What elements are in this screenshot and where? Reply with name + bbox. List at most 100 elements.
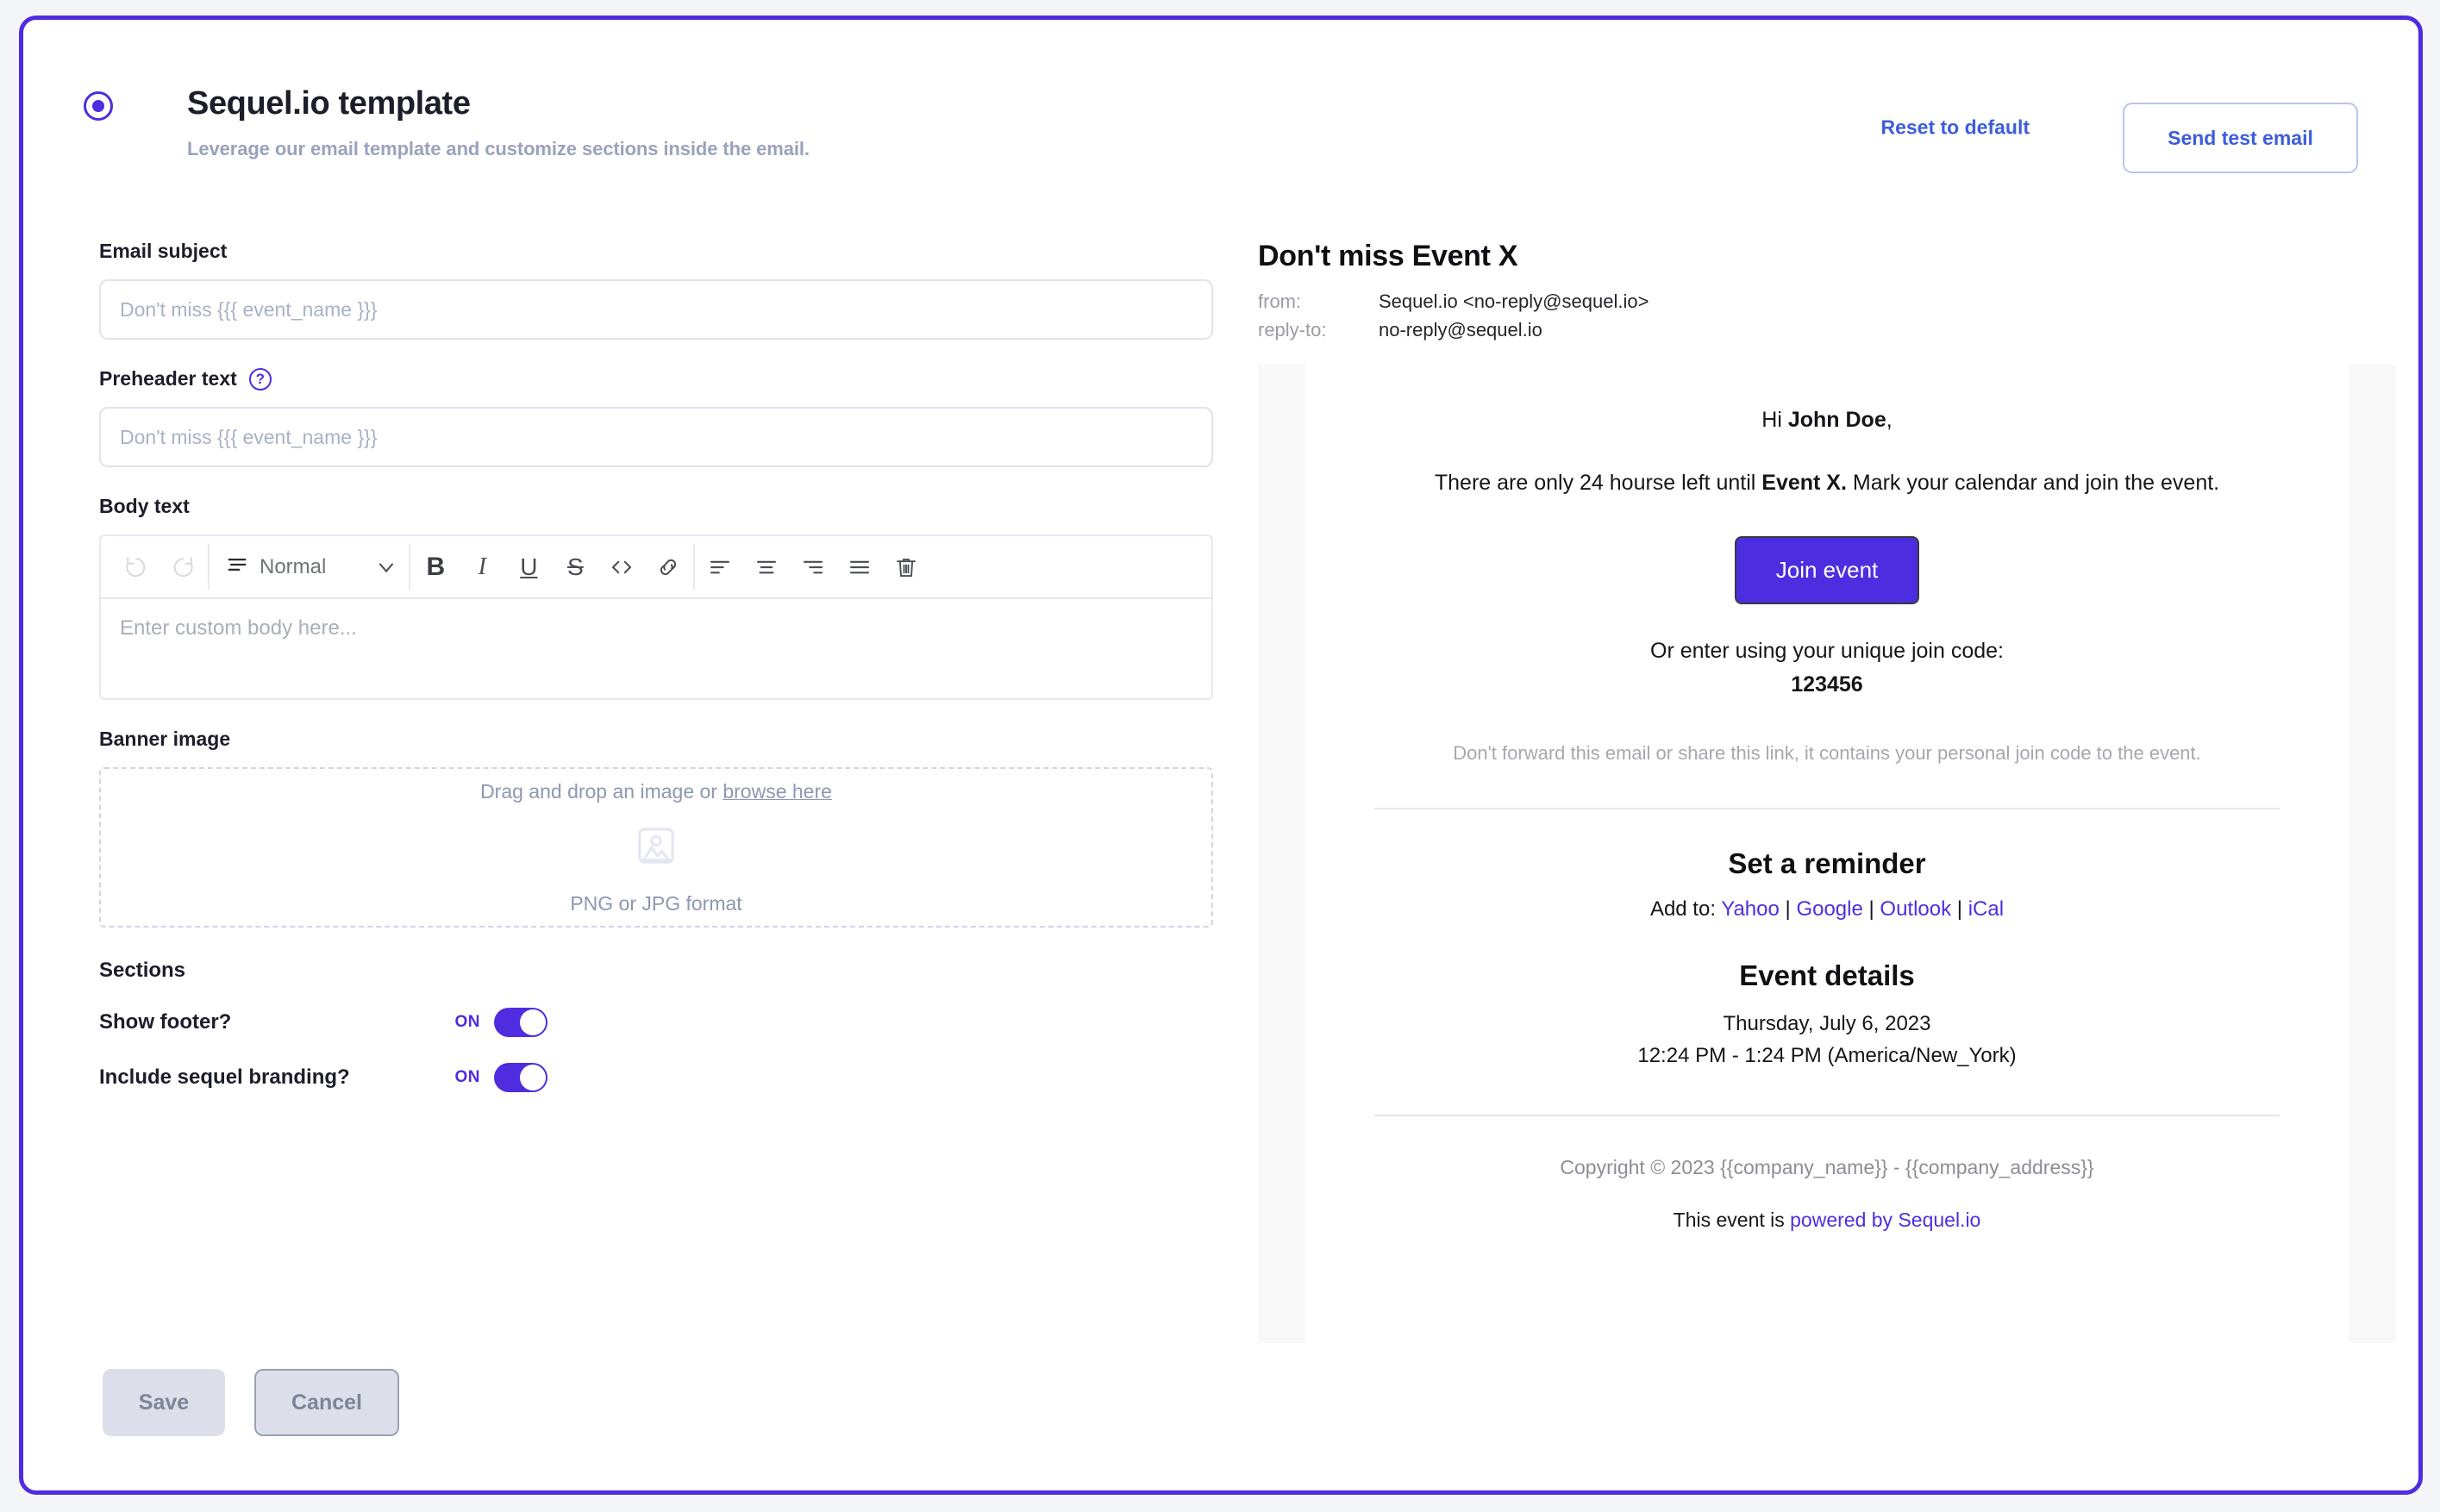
code-icon[interactable] <box>598 544 645 590</box>
toolbar-divider <box>693 544 696 590</box>
format-dropdown[interactable]: Normal <box>211 553 407 581</box>
body-text-editor: Normal B I U S Enter custom body here... <box>99 534 1213 700</box>
align-right-icon[interactable] <box>790 544 836 590</box>
show-footer-state: ON <box>454 1013 480 1031</box>
toggle-knob <box>520 1009 546 1035</box>
bold-icon[interactable]: B <box>412 544 459 590</box>
greeting-name: John Doe <box>1787 408 1886 432</box>
sections-heading: Sections <box>99 959 186 982</box>
link-icon[interactable] <box>645 544 691 590</box>
replyto-label: reply-to: <box>1258 319 1327 341</box>
editor-toolbar: Normal B I U S <box>101 536 1211 599</box>
align-center-icon[interactable] <box>743 544 790 590</box>
from-label: from: <box>1258 291 1302 312</box>
calendar-link-yahoo[interactable]: Yahoo <box>1721 897 1780 921</box>
email-body-paragraph: There are only 24 hourse left until Even… <box>1374 467 2280 498</box>
redo-icon[interactable] <box>160 544 206 590</box>
page-title: Sequel.io template <box>187 85 471 122</box>
card-header: Sequel.io template Leverage our email te… <box>23 20 2418 201</box>
template-radio-button[interactable] <box>84 91 113 121</box>
calendar-link-google[interactable]: Google <box>1796 897 1862 921</box>
include-branding-toggle[interactable] <box>494 1063 547 1092</box>
email-body-sheet: Hi John Doe, There are only 24 hourse le… <box>1305 365 2349 1343</box>
banner-image-label: Banner image <box>99 728 231 750</box>
format-value: Normal <box>260 554 327 578</box>
show-footer-label: Show footer? <box>99 1010 232 1034</box>
body-part2: Mark your calendar and join the event. <box>1846 471 2220 495</box>
greeting-suffix: , <box>1886 408 1893 432</box>
help-icon[interactable]: ? <box>248 367 272 390</box>
dropzone-instruction: Drag and drop an image or browse here <box>480 780 832 803</box>
separator: | <box>1956 897 1963 922</box>
email-powered-by: This event is powered by Sequel.io <box>1374 1209 2280 1232</box>
save-button[interactable]: Save <box>103 1369 225 1436</box>
image-placeholder-icon <box>633 822 679 873</box>
email-subject-input[interactable] <box>99 279 1213 340</box>
title-block: Sequel.io template Leverage our email te… <box>187 85 810 160</box>
join-code-value: 123456 <box>1791 672 1863 697</box>
page-subtitle: Leverage our email template and customiz… <box>187 138 810 159</box>
set-a-reminder-heading: Set a reminder <box>1728 847 1926 880</box>
trash-icon[interactable] <box>883 544 929 590</box>
strikethrough-icon[interactable]: S <box>552 544 598 590</box>
undo-icon[interactable] <box>113 544 160 590</box>
preview-replyto-row: reply-to: no-reply@sequel.io <box>1258 316 2396 344</box>
chevron-down-icon[interactable] <box>374 555 398 579</box>
settings-form: Email subject Preheader text ? Body text <box>99 240 1220 1105</box>
underline-icon[interactable]: U <box>505 544 552 590</box>
show-footer-toggle[interactable] <box>494 1008 547 1037</box>
toggle-row-show-footer: Show footer? ON <box>99 995 547 1050</box>
toolbar-divider <box>208 544 210 590</box>
divider <box>1374 1114 2280 1116</box>
page-root: Sequel.io template Leverage our email te… <box>0 0 2440 1512</box>
send-test-email-button[interactable]: Send test email <box>2123 103 2358 173</box>
calendar-link-ical[interactable]: iCal <box>1968 897 2004 921</box>
italic-icon[interactable]: I <box>459 544 505 590</box>
email-greeting: Hi John Doe, <box>1374 408 2280 433</box>
email-disclaimer: Don't forward this email or share this l… <box>1453 742 2201 765</box>
preview-from-row: from: Sequel.io <no-reply@sequel.io> <box>1258 287 2396 316</box>
event-time: 12:24 PM - 1:24 PM (America/New_York) <box>1637 1044 2017 1068</box>
body-text-area[interactable]: Enter custom body here... <box>101 599 1211 698</box>
event-date: Thursday, July 6, 2023 <box>1723 1012 1931 1036</box>
preheader-label-row: Preheader text ? <box>99 367 1220 390</box>
form-actions: Save Cancel <box>103 1369 399 1436</box>
email-preview: Don't miss Event X from: Sequel.io <no-r… <box>1258 240 2396 1343</box>
greeting-prefix: Hi <box>1761 408 1788 432</box>
align-left-icon[interactable] <box>697 544 743 590</box>
calendar-link-outlook[interactable]: Outlook <box>1880 897 1951 921</box>
dropzone-text: Drag and drop an image or <box>480 779 723 803</box>
separator: | <box>1868 897 1874 922</box>
template-card: Sequel.io template Leverage our email te… <box>19 16 2423 1495</box>
add-to-label: Add to: <box>1649 897 1716 922</box>
email-copyright: Copyright © 2023 {{company_name}} - {{co… <box>1560 1155 2094 1178</box>
from-value: Sequel.io <no-reply@sequel.io> <box>1379 291 1649 312</box>
body-event-name: Event X. <box>1761 471 1847 495</box>
replyto-value: no-reply@sequel.io <box>1379 319 1542 341</box>
toggle-knob <box>520 1065 546 1090</box>
preheader-label: Preheader text <box>99 367 237 390</box>
add-to-calendar-row: Add to: Yahoo | Google | Outlook | iCal <box>1374 897 2280 922</box>
paragraph-format-icon <box>225 553 249 581</box>
body-text-label: Body text <box>99 495 190 517</box>
email-preview-frame: Hi John Doe, There are only 24 hourse le… <box>1258 365 2396 1343</box>
include-branding-label: Include sequel branding? <box>99 1065 350 1089</box>
preheader-input[interactable] <box>99 407 1213 467</box>
event-details-heading: Event details <box>1739 959 1915 992</box>
sequel-io-link[interactable]: powered by Sequel.io <box>1790 1209 1980 1231</box>
align-justify-icon[interactable] <box>836 544 883 590</box>
toggle-row-sequel-branding: Include sequel branding? ON <box>99 1050 547 1105</box>
dropzone-format-hint: PNG or JPG format <box>570 891 742 915</box>
powered-prefix: This event is <box>1673 1208 1791 1231</box>
cancel-button[interactable]: Cancel <box>254 1369 399 1436</box>
preview-subject: Don't miss Event X <box>1258 240 1518 272</box>
reset-to-default-button[interactable]: Reset to default <box>1875 116 2035 141</box>
join-code-label: Or enter using your unique join code: <box>1650 639 2004 664</box>
join-event-button[interactable]: Join event <box>1734 536 1920 605</box>
radio-selected-dot <box>92 100 104 112</box>
include-branding-state: ON <box>454 1068 480 1086</box>
separator: | <box>1785 897 1791 922</box>
banner-image-dropzone[interactable]: Drag and drop an image or browse here PN… <box>99 767 1213 928</box>
email-subject-label: Email subject <box>99 240 228 262</box>
browse-here-link[interactable]: browse here <box>723 780 832 803</box>
